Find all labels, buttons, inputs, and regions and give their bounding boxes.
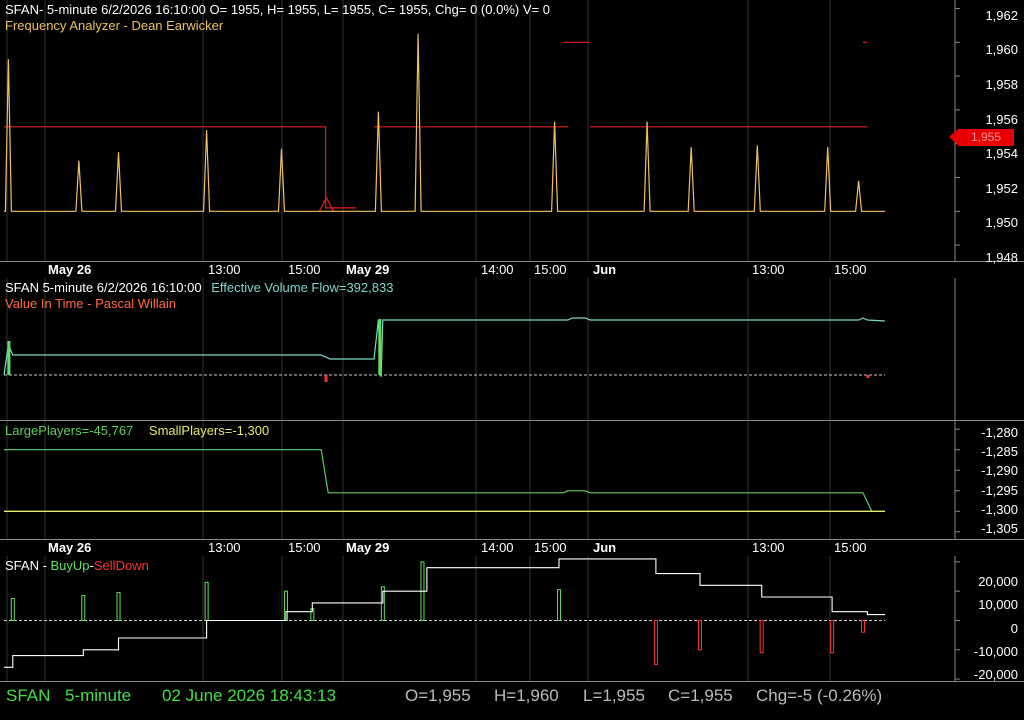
status-datetime: 02 June 2026 18:43:13 [162, 686, 336, 705]
bs-axis-tick: -20,000 [973, 667, 1018, 682]
price-axis-tick: 1,958 [985, 77, 1018, 92]
time-label: 15:00 [534, 540, 567, 555]
price-axis-tick: 1,954 [985, 146, 1018, 161]
sell-down-bar [759, 619, 764, 654]
time-label: 15:00 [288, 540, 321, 555]
players-axis-tick: -1,285 [981, 444, 1018, 459]
buy-up-bar [204, 581, 209, 621]
status-symbol: SFAN [6, 686, 51, 705]
time-label: 13:00 [752, 540, 785, 555]
status-bar: SFAN 5-minute 02 June 2026 18:43:13 O=1,… [0, 682, 1024, 720]
buy-sell-chart [0, 556, 1024, 682]
players-axis-tick: -1,290 [981, 463, 1018, 478]
players-axis-tick: -1,300 [981, 502, 1018, 517]
time-label: 15:00 [834, 540, 867, 555]
buy-up-bar [81, 595, 86, 621]
bs-axis-tick: 20,000 [978, 574, 1018, 589]
players-axis-tick: -1,305 [981, 521, 1018, 536]
price-axis-tick: 1,952 [985, 181, 1018, 196]
evf-indicator-title: Value In Time - Pascal Willain [5, 296, 176, 311]
price-axis-tick: 1,950 [985, 215, 1018, 230]
date-label: May 26 [48, 262, 92, 277]
date-label: Jun [593, 540, 617, 555]
players-chart [0, 421, 1024, 540]
price-axis-tick: 1,956 [985, 112, 1018, 127]
date-axis-bottom: May 26 13:00 15:00 May 29 14:00 15:00 Ju… [0, 540, 1024, 556]
sell-down-label: SellDown [93, 558, 149, 573]
players-axis-tick: -1,295 [981, 483, 1018, 498]
date-label: May 29 [346, 540, 390, 555]
price-header: SFAN- 5-minute 6/2/2026 16:10:00 O= 1955… [5, 2, 550, 17]
status-low: L=1,955 [583, 686, 645, 705]
evf-symbol: SFAN 5-minute 6/2/2026 16:10:00 [5, 280, 202, 295]
buy-up-bar [557, 589, 562, 621]
price-panel: SFAN- 5-minute 6/2/2026 16:10:00 O= 1955… [0, 0, 1024, 265]
buy-up-bar [116, 592, 121, 621]
cumulative-line [4, 558, 885, 668]
time-label: 13:00 [752, 262, 785, 277]
indicator-title: Frequency Analyzer - Dean Earwicker [5, 18, 224, 33]
buy-up-label: BuyUp [50, 558, 90, 573]
sell-down-bar [697, 619, 702, 651]
players-header: LargePlayers=-45,767 SmallPlayers=-1,300 [5, 423, 269, 438]
status-change: Chg=-5 (-0.26%) [756, 686, 883, 705]
price-chart [0, 0, 1024, 262]
sell-down-bar [830, 619, 835, 654]
evf-buy-bar [378, 319, 382, 375]
date-label: May 29 [346, 262, 390, 277]
evf-header: SFAN 5-minute 6/2/2026 16:10:00 Effectiv… [5, 280, 393, 295]
status-close: C=1,955 [668, 686, 733, 705]
time-label: 14:00 [481, 540, 514, 555]
bs-axis-tick: 10,000 [978, 597, 1018, 612]
price-axis-tick: 1,960 [985, 42, 1018, 57]
buy-up-bar [10, 597, 15, 621]
sell-down-bar [860, 619, 865, 633]
bs-axis-tick: -10,000 [973, 644, 1018, 659]
evf-buy-bar [7, 341, 11, 375]
players-panel: LargePlayers=-45,767 SmallPlayers=-1,300… [0, 421, 1024, 540]
buy-sell-header: SFAN - BuyUp-SellDown [5, 558, 149, 573]
time-label: 15:00 [534, 262, 567, 277]
bs-axis-tick: 0 [1010, 621, 1018, 636]
date-axis-top: May 26 13:00 15:00 May 29 14:00 15:00 Ju… [0, 262, 1024, 278]
buy-sell-prefix: SFAN - [5, 558, 51, 573]
small-players-label: SmallPlayers=-1,300 [148, 423, 270, 438]
status-high: H=1,960 [494, 686, 559, 705]
time-label: 13:00 [208, 262, 241, 277]
date-label: Jun [593, 262, 617, 277]
date-label: May 26 [48, 540, 92, 555]
time-label: 13:00 [208, 540, 241, 555]
price-axis-tick: 1,962 [985, 8, 1018, 23]
freq-analyzer-line [318, 196, 335, 212]
players-axis-tick: -1,280 [981, 425, 1018, 440]
evf-panel: SFAN 5-minute 6/2/2026 16:10:00 Effectiv… [0, 278, 1024, 421]
evf-value: Effective Volume Flow=392,833 [211, 280, 394, 295]
status-open: O=1,955 [405, 686, 471, 705]
last-price-tag: 1,955 [949, 129, 1014, 146]
freq-analyzer-line [4, 126, 357, 209]
time-label: 15:00 [834, 262, 867, 277]
evf-sell-bar [866, 375, 870, 378]
evf-line [3, 317, 886, 378]
time-label: 15:00 [288, 262, 321, 277]
price-line [4, 33, 885, 212]
large-players-line [4, 449, 885, 512]
buy-sell-panel: SFAN - BuyUp-SellDown 20,000 10,000 0 -1… [0, 556, 1024, 682]
sell-down-bar [653, 619, 658, 665]
time-label: 14:00 [481, 262, 514, 277]
status-interval: 5-minute [65, 686, 132, 705]
evf-sell-bar [324, 375, 328, 382]
large-players-label: LargePlayers=-45,767 [5, 423, 134, 438]
